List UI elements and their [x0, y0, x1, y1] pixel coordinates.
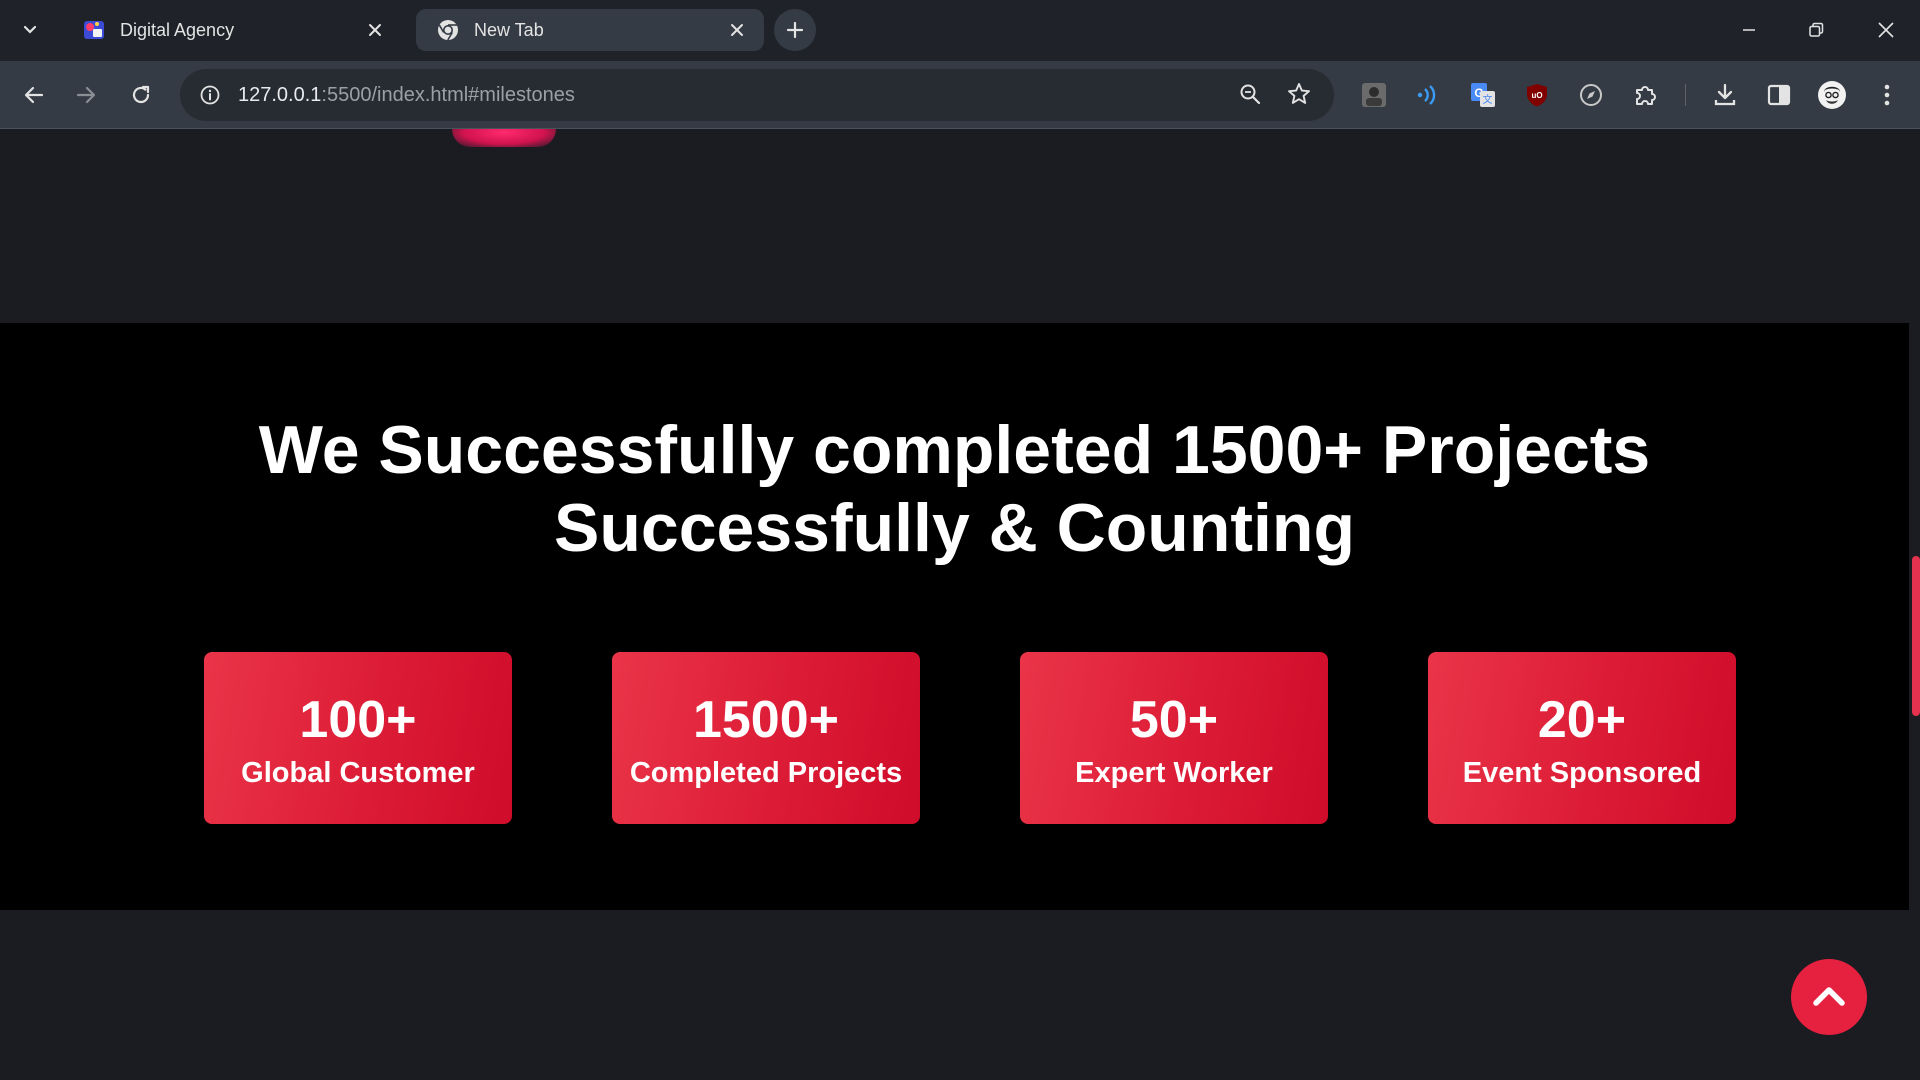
svg-text:文: 文 — [1483, 93, 1493, 106]
close-tab-icon[interactable] — [362, 17, 388, 43]
tab-digital-agency[interactable]: Digital Agency — [62, 9, 402, 51]
stat-card-completed-projects: 1500+ Completed Projects — [612, 652, 920, 824]
stat-label: Event Sponsored — [1462, 757, 1702, 789]
close-window-button[interactable] — [1859, 10, 1913, 50]
ublock-shield-icon[interactable]: uO — [1521, 79, 1553, 111]
close-tab-icon[interactable] — [724, 17, 750, 43]
chevron-up-icon — [1813, 987, 1845, 1006]
stat-number: 50+ — [1129, 691, 1219, 749]
side-panel-icon[interactable] — [1763, 79, 1795, 111]
stat-label: Completed Projects — [629, 757, 903, 789]
close-icon — [1878, 22, 1894, 38]
scroll-to-top-button[interactable] — [1791, 959, 1867, 1035]
zoom-icon[interactable] — [1236, 80, 1264, 108]
wifi-extension-icon[interactable] — [1412, 79, 1444, 111]
plus-icon — [786, 21, 804, 39]
minimize-button[interactable] — [1722, 10, 1776, 50]
translate-icon[interactable]: G文 — [1467, 79, 1499, 111]
page-viewport: We Successfully completed 1500+ Projects… — [0, 129, 1920, 1080]
stat-label: Expert Worker — [1075, 757, 1273, 789]
url-path: :5500/index.html#milestones — [321, 83, 575, 106]
browser-toolbar: 127.0.0.1:5500/index.html#milestones G文 … — [0, 61, 1920, 129]
tab-new-tab[interactable]: New Tab — [416, 9, 764, 51]
bookmark-star-icon[interactable] — [1285, 80, 1313, 108]
browser-tab-strip: Digital Agency New Tab — [0, 0, 1920, 61]
extension-avatar-icon[interactable] — [1358, 79, 1390, 111]
more-menu-icon[interactable] — [1871, 79, 1903, 111]
new-tab-button[interactable] — [774, 9, 816, 51]
restore-button[interactable] — [1789, 10, 1843, 50]
arrow-left-icon — [24, 86, 44, 104]
site-favicon-icon — [84, 21, 104, 39]
stat-number: 20+ — [1537, 691, 1627, 749]
svg-text:uO: uO — [1531, 91, 1542, 100]
tab-title: Digital Agency — [120, 19, 235, 40]
stat-number: 1500+ — [692, 691, 840, 749]
restore-icon — [1809, 22, 1824, 37]
back-button[interactable] — [16, 77, 52, 113]
stat-card-event-sponsored: 20+ Event Sponsored — [1428, 652, 1736, 824]
address-bar[interactable]: 127.0.0.1:5500/index.html#milestones — [180, 69, 1334, 121]
reload-button[interactable] — [123, 77, 159, 113]
heading-line-2: Successfully & Counting — [554, 490, 1355, 566]
chevron-down-icon — [23, 25, 37, 34]
compass-icon[interactable] — [1575, 79, 1607, 111]
milestones-section: We Successfully completed 1500+ Projects… — [0, 323, 1909, 910]
minimize-icon — [1743, 29, 1755, 31]
stat-card-expert-worker: 50+ Expert Worker — [1020, 652, 1328, 824]
site-info-icon[interactable] — [196, 81, 224, 109]
extensions-puzzle-icon[interactable] — [1630, 79, 1662, 111]
milestones-heading: We Successfully completed 1500+ Projects… — [0, 411, 1909, 567]
stat-label: Global Customer — [241, 757, 475, 789]
reload-icon — [132, 85, 150, 104]
scrollbar-thumb[interactable] — [1912, 556, 1920, 716]
tab-title: New Tab — [474, 19, 544, 40]
stat-number: 100+ — [299, 691, 417, 749]
stat-card-global-customer: 100+ Global Customer — [204, 652, 512, 824]
forward-button[interactable] — [68, 77, 104, 113]
chrome-logo-icon — [438, 20, 458, 41]
heading-line-1: We Successfully completed 1500+ Projects — [258, 412, 1651, 488]
tab-search-button[interactable] — [14, 14, 46, 46]
toolbar-separator — [1685, 84, 1686, 106]
decorative-shape — [452, 129, 556, 147]
arrow-right-icon — [76, 86, 96, 104]
profile-avatar-icon[interactable] — [1816, 79, 1848, 111]
download-icon[interactable] — [1709, 79, 1741, 111]
url-host: 127.0.0.1 — [238, 83, 322, 106]
